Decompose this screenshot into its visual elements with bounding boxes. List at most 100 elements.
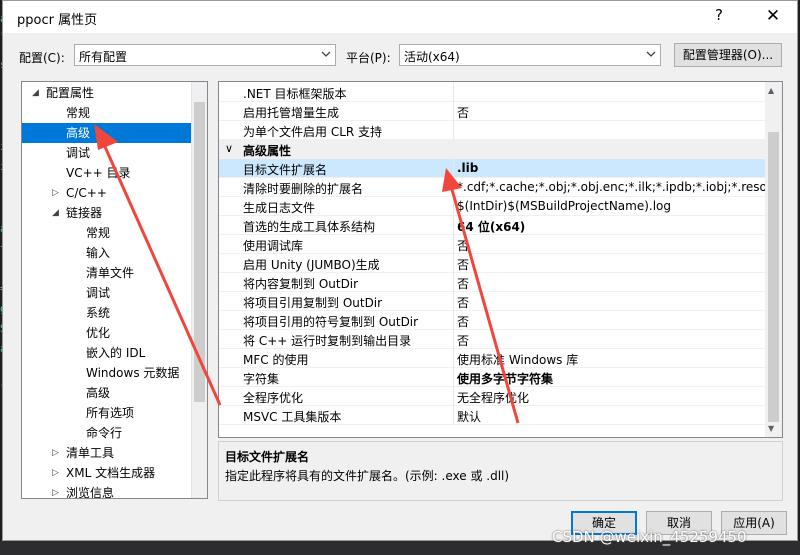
property-name: 为单个文件启用 CLR 支持 — [243, 125, 383, 139]
tree-item[interactable]: 高级 — [86, 383, 110, 403]
property-row[interactable]: 将 C++ 运行时复制到输出目录 否 — [219, 330, 766, 349]
grid-scroll-thumb[interactable] — [768, 132, 779, 422]
tree-item[interactable]: ▷ 清单工具 — [52, 443, 114, 463]
property-row[interactable]: 生成日志文件 $(IntDir)$(MSBuildProjectName).log — [219, 197, 766, 216]
collapse-icon[interactable]: ◢ — [32, 83, 39, 103]
config-select[interactable]: 所有配置 — [74, 44, 336, 66]
property-row[interactable]: .NET 目标框架版本 — [219, 83, 766, 102]
tree-item[interactable]: VC++ 目录 — [66, 163, 131, 183]
property-row[interactable]: 目标文件扩展名 .lib — [219, 159, 766, 178]
tree-item[interactable]: ◢ 链接器 — [52, 203, 103, 223]
tree-item-label: 高级 — [86, 386, 111, 400]
tree-item-label: 嵌入的 IDL — [86, 346, 146, 360]
property-name: 首选的生成工具体系结构 — [243, 220, 376, 234]
tree-item[interactable]: 所有选项 — [86, 403, 134, 423]
expand-icon[interactable]: ▷ — [52, 483, 59, 498]
property-name: 启用 Unity (JUMBO)生成 — [243, 258, 380, 272]
tree-item[interactable]: 嵌入的 IDL — [86, 343, 145, 363]
property-row[interactable]: 清除时要删除的扩展名 *.cdf;*.cache;*.obj;*.obj.enc;… — [219, 178, 769, 197]
property-value[interactable]: 否 — [457, 294, 769, 311]
property-name: MSVC 工具集版本 — [243, 410, 342, 424]
property-value[interactable]: 使用标准 Windows 库 — [457, 351, 769, 368]
close-button[interactable]: ✕ — [759, 4, 787, 28]
property-name: 将内容复制到 OutDir — [243, 277, 359, 291]
property-value[interactable]: 否 — [457, 332, 769, 349]
property-value[interactable]: 64 位(x64) — [457, 218, 769, 235]
property-name: 全程序优化 — [243, 391, 304, 405]
property-value[interactable]: 默认 — [457, 408, 769, 425]
tree-item[interactable]: 常规 — [66, 103, 90, 123]
chevron-down-icon — [646, 51, 656, 57]
property-row[interactable]: 使用调试库 否 — [219, 235, 766, 254]
window-title: ppocr 属性页 — [17, 13, 98, 28]
property-category[interactable]: ∨ 高级属性 — [219, 140, 766, 159]
tree-scroll-thumb[interactable] — [194, 102, 205, 402]
tree-item-label: 调试 — [86, 286, 111, 300]
tree-item-label: 链接器 — [66, 206, 103, 220]
tree-item[interactable]: 清单文件 — [86, 263, 134, 283]
tree-item[interactable]: ▷ XML 文档生成器 — [52, 463, 155, 483]
tree-item[interactable]: 优化 — [86, 323, 110, 343]
property-value[interactable]: 否 — [457, 237, 769, 254]
grid-scrollbar[interactable]: ▲ ▼ — [765, 82, 782, 437]
property-name: MFC 的使用 — [243, 353, 309, 367]
property-value[interactable]: 使用多字节字符集 — [457, 370, 769, 387]
property-value[interactable]: 否 — [457, 313, 769, 330]
property-value[interactable]: 否 — [457, 275, 769, 292]
tree-item-label: 配置属性 — [46, 86, 95, 100]
property-row[interactable]: 为单个文件启用 CLR 支持 — [219, 121, 766, 140]
property-row[interactable]: 首选的生成工具体系结构 64 位(x64) — [219, 216, 766, 235]
property-row[interactable]: MSVC 工具集版本 默认 — [219, 406, 766, 425]
property-value[interactable]: 否 — [457, 104, 769, 121]
tree-item[interactable]: 调试 — [66, 143, 90, 163]
scroll-up-icon[interactable]: ▲ — [768, 86, 774, 95]
tree-item-label: C/C++ — [66, 186, 107, 200]
tree-item-label: 命令行 — [86, 426, 123, 440]
expand-icon[interactable]: ▷ — [52, 443, 59, 463]
property-value[interactable]: .lib — [457, 161, 769, 175]
tree-item[interactable]: 常规 — [86, 223, 110, 243]
tree-item[interactable]: 命令行 — [86, 423, 122, 443]
collapse-icon[interactable]: ◢ — [52, 203, 59, 223]
tree-item[interactable]: 系统 — [86, 303, 110, 323]
property-name: 清除时要删除的扩展名 — [243, 182, 364, 196]
property-row[interactable]: 将项目引用复制到 OutDir 否 — [219, 292, 766, 311]
property-row[interactable]: 全程序优化 无全程序优化 — [219, 387, 766, 406]
tree-item[interactable]: ▷ C/C++ — [52, 183, 107, 203]
tree-item[interactable]: ◢ 配置属性 — [32, 83, 95, 103]
config-label: 配置(C): — [19, 51, 65, 65]
property-value[interactable]: 否 — [457, 256, 769, 273]
platform-select[interactable]: 活动(x64) — [399, 44, 661, 66]
scroll-down-icon[interactable]: ▼ — [768, 424, 774, 433]
property-row[interactable]: MFC 的使用 使用标准 Windows 库 — [219, 349, 766, 368]
property-value[interactable]: *.cdf;*.cache;*.obj;*.obj.enc;*.ilk;*.ip… — [457, 180, 769, 194]
config-manager-button[interactable]: 配置管理器(O)... — [674, 43, 782, 67]
title-bar: ppocr 属性页 ? ✕ — [3, 1, 797, 33]
property-row[interactable]: 启用 Unity (JUMBO)生成 否 — [219, 254, 766, 273]
property-name: .NET 目标框架版本 — [243, 87, 347, 101]
column-divider — [453, 197, 454, 216]
property-row[interactable]: 将内容复制到 OutDir 否 — [219, 273, 766, 292]
tree-item-label: 高级 — [66, 126, 91, 140]
tree-item[interactable]: Windows 元数据 — [86, 363, 179, 383]
collapse-icon[interactable]: ∨ — [225, 142, 233, 155]
property-pages-dialog: ppocr 属性页 ? ✕ 配置(C): 所有配置 平台(P): 活动(x64)… — [2, 0, 798, 541]
platform-select-value: 活动(x64) — [404, 50, 460, 64]
expand-icon[interactable]: ▷ — [52, 183, 59, 203]
property-value[interactable]: 无全程序优化 — [457, 389, 769, 406]
help-button[interactable]: ? — [715, 6, 723, 24]
tree-item[interactable]: 输入 — [86, 243, 110, 263]
tree-item-label: 系统 — [86, 306, 111, 320]
column-divider — [453, 292, 454, 311]
tree-scrollbar[interactable] — [191, 82, 207, 498]
property-row[interactable]: 将项目引用的符号复制到 OutDir 否 — [219, 311, 766, 330]
tree-item[interactable]: 高级 — [22, 123, 192, 143]
expand-icon[interactable]: ▷ — [52, 463, 59, 483]
property-name: 使用调试库 — [243, 239, 304, 253]
property-row[interactable]: 启用托管增量生成 否 — [219, 102, 766, 121]
config-select-value: 所有配置 — [79, 50, 128, 64]
property-value[interactable]: $(IntDir)$(MSBuildProjectName).log — [457, 199, 769, 213]
property-row[interactable]: 字符集 使用多字节字符集 — [219, 368, 766, 387]
tree-item[interactable]: ▷ 浏览信息 — [52, 483, 114, 498]
tree-item[interactable]: 调试 — [86, 283, 110, 303]
